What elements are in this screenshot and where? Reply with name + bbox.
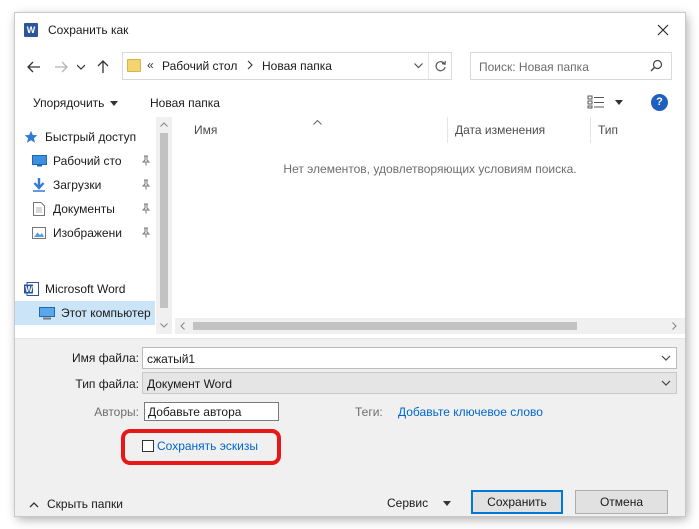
address-overflow[interactable]: « <box>147 58 154 72</box>
navigation-pane: Быстрый доступ Рабочий сто Загрузки Доку… <box>15 117 172 334</box>
sidebar-item-label: Документы <box>53 202 115 216</box>
sidebar-item-quick-access[interactable]: Быстрый доступ <box>23 125 163 149</box>
back-button[interactable] <box>24 58 44 76</box>
save-button[interactable]: Сохранить <box>471 490 563 514</box>
breadcrumb-separator-icon <box>247 59 253 73</box>
scroll-up-icon[interactable] <box>160 122 168 127</box>
sidebar-item-label: Этот компьютер <box>61 306 151 320</box>
refresh-button[interactable] <box>428 53 452 79</box>
pin-icon[interactable] <box>141 155 151 166</box>
sidebar-item-this-pc[interactable]: Этот компьютер <box>15 301 155 325</box>
scroll-down-icon[interactable] <box>160 323 168 328</box>
view-options-icon[interactable] <box>587 95 605 109</box>
save-thumbnails-checkbox[interactable] <box>142 440 154 452</box>
desktop-icon <box>31 153 47 169</box>
breadcrumb-desktop[interactable]: Рабочий стол <box>162 59 237 73</box>
svg-text:W: W <box>25 285 33 294</box>
arrow-up-icon <box>97 60 109 73</box>
sidebar-item-downloads[interactable]: Загрузки <box>31 173 155 197</box>
address-dropdown-button[interactable] <box>408 53 428 79</box>
sidebar-item-label: Изображени <box>53 226 122 240</box>
window-title: Сохранить как <box>48 23 129 37</box>
scrollbar-thumb[interactable] <box>160 133 168 308</box>
help-icon[interactable]: ? <box>651 94 668 111</box>
new-folder-button[interactable]: Новая папка <box>150 96 220 110</box>
save-options-panel: Имя файла: сжатый1 Тип файла: Документ W… <box>15 338 685 516</box>
filetype-select[interactable]: Документ Word <box>142 372 677 394</box>
navigation-pane-scrollbar[interactable] <box>156 117 172 334</box>
organize-button[interactable]: Упорядочить <box>33 96 119 110</box>
chevron-down-icon <box>77 64 85 70</box>
filename-value: сжатый1 <box>147 352 196 366</box>
pictures-icon <box>31 225 47 241</box>
tags-input[interactable]: Добавьте ключевое слово <box>398 405 543 419</box>
save-as-dialog: W Сохранить как « Рабочий стол Новая пап… <box>15 13 685 516</box>
filename-input[interactable]: сжатый1 <box>142 347 677 369</box>
pin-icon[interactable] <box>141 179 151 190</box>
recent-locations-button[interactable] <box>74 58 88 76</box>
file-list-horizontal-scrollbar[interactable] <box>175 318 685 334</box>
search-input[interactable]: Поиск: Новая папка <box>470 52 672 80</box>
column-header-date[interactable]: Дата изменения <box>448 117 590 143</box>
filename-label: Имя файла: <box>72 351 139 365</box>
forward-button[interactable] <box>51 58 71 76</box>
up-button[interactable] <box>93 58 113 76</box>
breadcrumb-new-folder[interactable]: Новая папка <box>262 59 332 73</box>
scroll-left-icon[interactable] <box>180 322 185 330</box>
star-icon <box>23 129 39 145</box>
close-button[interactable] <box>641 13 685 47</box>
download-icon <box>31 177 47 193</box>
chevron-down-icon <box>413 63 423 69</box>
empty-list-message: Нет элементов, удовлетворяющих условиям … <box>283 162 577 176</box>
sidebar-item-label: Быстрый доступ <box>45 130 137 144</box>
word-app-icon: W <box>24 23 38 37</box>
sidebar-item-label: Загрузки <box>53 178 102 192</box>
address-bar[interactable]: « Рабочий стол Новая папка <box>122 52 452 80</box>
folder-icon <box>127 59 141 72</box>
chevron-up-icon <box>29 501 39 507</box>
cancel-button[interactable]: Отмена <box>575 490 668 514</box>
arrow-right-icon <box>55 61 68 73</box>
scrollbar-thumb[interactable] <box>193 322 577 330</box>
computer-icon <box>39 305 55 321</box>
sidebar-item-pictures[interactable]: Изображени <box>31 221 155 245</box>
sort-ascending-icon <box>313 120 322 125</box>
hide-folders-button[interactable]: Скрыть папки <box>29 497 123 511</box>
chevron-down-icon <box>661 380 671 386</box>
sidebar-item-desktop[interactable]: Рабочий сто <box>31 149 155 173</box>
sidebar-item-documents[interactable]: Документы <box>31 197 155 221</box>
title-bar: W Сохранить как <box>15 13 685 49</box>
close-icon <box>657 24 669 36</box>
pin-icon[interactable] <box>141 203 151 214</box>
sidebar-item-microsoft-word[interactable]: W Microsoft Word <box>23 277 163 301</box>
tags-label: Теги: <box>355 405 383 419</box>
authors-label: Авторы: <box>94 405 139 419</box>
column-header-type[interactable]: Тип <box>591 117 681 143</box>
tools-dropdown-icon[interactable] <box>443 501 451 506</box>
scroll-right-icon[interactable] <box>672 322 677 330</box>
sidebar-item-label: Рабочий сто <box>53 154 122 168</box>
filetype-value: Документ Word <box>147 377 233 391</box>
search-icon <box>650 59 663 72</box>
save-thumbnails-label[interactable]: Сохранять эскизы <box>157 439 258 453</box>
pin-icon[interactable] <box>141 227 151 238</box>
refresh-icon <box>435 60 446 71</box>
organize-label: Упорядочить <box>33 96 105 110</box>
document-icon <box>31 201 47 217</box>
filetype-label: Тип файла: <box>75 377 139 391</box>
chevron-down-icon[interactable] <box>661 353 671 363</box>
view-dropdown-icon[interactable] <box>615 100 623 105</box>
caret-down-icon <box>110 101 119 107</box>
word-icon: W <box>23 281 39 297</box>
hide-folders-label: Скрыть папки <box>47 497 123 511</box>
search-placeholder: Поиск: Новая папка <box>479 60 589 74</box>
sidebar-item-label: Microsoft Word <box>45 282 126 296</box>
arrow-left-icon <box>27 61 40 73</box>
file-list: Имя Дата изменения Тип Нет элементов, уд… <box>175 117 685 334</box>
tools-button[interactable]: Сервис <box>387 496 428 510</box>
authors-input[interactable]: Добавьте автора <box>144 402 279 421</box>
